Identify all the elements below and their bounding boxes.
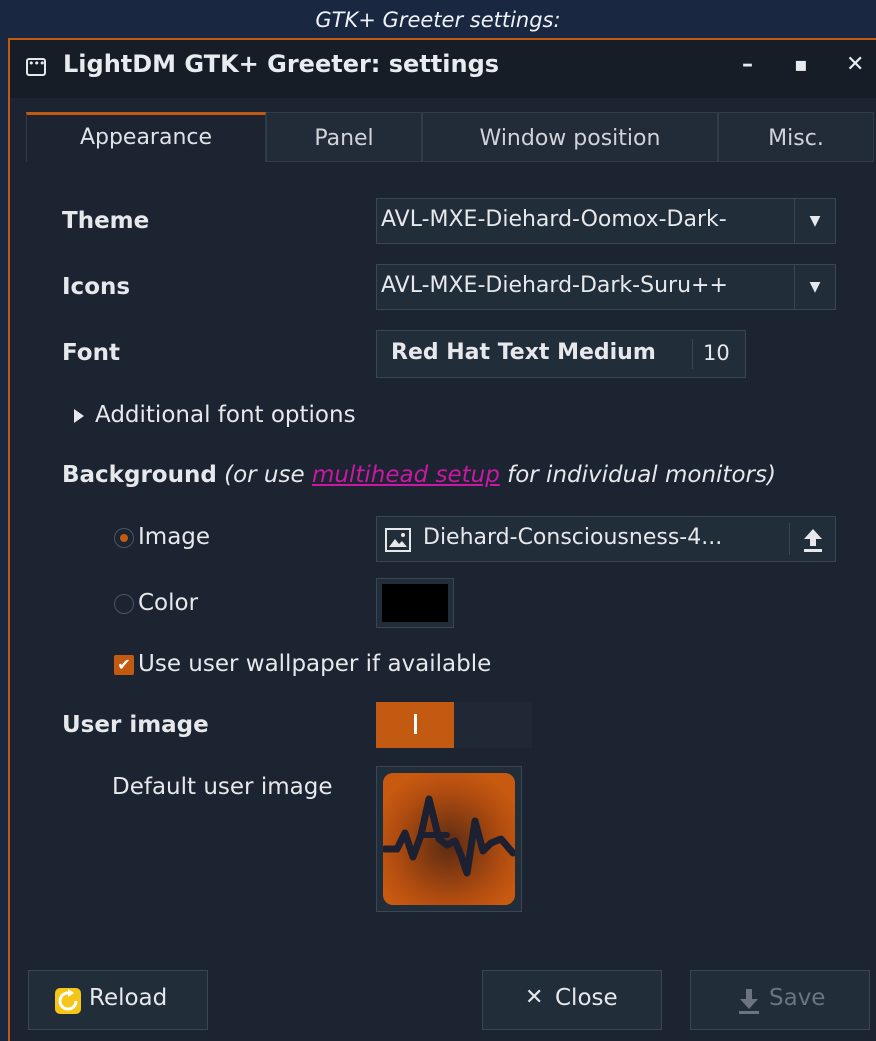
tab-appearance[interactable]: Appearance bbox=[26, 112, 266, 162]
close-button[interactable]: ✕ Close bbox=[482, 970, 662, 1030]
image-radio[interactable] bbox=[114, 528, 134, 548]
window-title: LightDM GTK+ Greeter: settings bbox=[63, 50, 500, 78]
minimize-button[interactable]: – bbox=[742, 52, 753, 77]
save-label: Save bbox=[769, 985, 826, 1011]
switch-knob bbox=[414, 714, 417, 734]
background-note-pre: (or use bbox=[224, 462, 312, 488]
chevron-down-icon[interactable]: ▼ bbox=[794, 265, 835, 309]
window-caption: GTK+ Greeter settings: bbox=[315, 8, 561, 32]
user-image-switch[interactable] bbox=[376, 702, 454, 748]
theme-label: Theme bbox=[62, 208, 150, 234]
expander-arrow-icon[interactable] bbox=[74, 409, 84, 423]
image-file-icon bbox=[385, 528, 411, 552]
background-heading: Background (or use multihead setup for i… bbox=[62, 462, 776, 488]
tab-window-position[interactable]: Window position bbox=[422, 112, 718, 162]
icons-value: AVL-MXE-Diehard-Dark-Suru++ bbox=[381, 273, 728, 298]
image-option-label[interactable]: Image bbox=[138, 524, 210, 550]
font-size: 10 bbox=[703, 341, 730, 365]
icons-label: Icons bbox=[62, 274, 131, 300]
window-menu-icon[interactable]: ••• bbox=[26, 58, 46, 76]
color-picker-button[interactable] bbox=[376, 578, 454, 628]
tab-panel[interactable]: Panel bbox=[266, 112, 422, 162]
background-file-name: Diehard-Consciousness-4... bbox=[423, 525, 723, 550]
background-note-post: for individual monitors) bbox=[499, 462, 776, 488]
close-label: Close bbox=[555, 985, 618, 1011]
default-user-image-label: Default user image bbox=[112, 774, 333, 800]
settings-window: ••• LightDM GTK+ Greeter: settings – ▪ ✕… bbox=[8, 38, 876, 1041]
close-window-button[interactable]: ✕ bbox=[846, 52, 864, 77]
font-label: Font bbox=[62, 340, 120, 366]
title-bar[interactable]: ••• LightDM GTK+ Greeter: settings – ▪ ✕ bbox=[10, 40, 876, 98]
reload-icon bbox=[55, 988, 81, 1014]
save-button[interactable]: Save bbox=[690, 970, 870, 1030]
multihead-setup-link[interactable]: multihead setup bbox=[312, 462, 500, 488]
user-image-switch-rail[interactable] bbox=[454, 702, 532, 748]
font-separator bbox=[692, 339, 693, 369]
close-icon: ✕ bbox=[525, 985, 544, 1010]
additional-font-options-expander[interactable]: Additional font options bbox=[95, 402, 356, 428]
avatar bbox=[381, 773, 517, 905]
color-swatch bbox=[382, 584, 448, 622]
tab-misc[interactable]: Misc. bbox=[718, 112, 874, 162]
use-wallpaper-checkbox[interactable]: ✔ bbox=[114, 655, 134, 675]
upload-icon[interactable] bbox=[801, 527, 825, 553]
file-separator bbox=[789, 523, 790, 555]
appearance-panel: Theme AVL-MXE-Diehard-Oomox-Dark- ▼ Icon… bbox=[10, 162, 876, 982]
background-label: Background bbox=[62, 462, 217, 488]
maximize-button[interactable]: ▪ bbox=[794, 52, 808, 76]
user-image-label: User image bbox=[62, 712, 209, 738]
use-wallpaper-label[interactable]: Use user wallpaper if available bbox=[138, 651, 491, 677]
color-option-label[interactable]: Color bbox=[138, 590, 198, 616]
default-user-image-button[interactable] bbox=[376, 766, 522, 912]
reload-button[interactable]: Reload bbox=[28, 970, 208, 1030]
color-radio[interactable] bbox=[114, 594, 134, 614]
diehard-logo-icon bbox=[381, 795, 517, 877]
tab-bar: Appearance Panel Window position Misc. bbox=[26, 112, 874, 162]
chevron-down-icon[interactable]: ▼ bbox=[794, 199, 835, 243]
download-icon bbox=[739, 989, 759, 1014]
theme-combo[interactable]: AVL-MXE-Diehard-Oomox-Dark- ▼ bbox=[376, 198, 836, 244]
icons-combo[interactable]: AVL-MXE-Diehard-Dark-Suru++ ▼ bbox=[376, 264, 836, 310]
font-button[interactable]: Red Hat Text Medium 10 bbox=[376, 330, 746, 378]
reload-label: Reload bbox=[89, 985, 168, 1011]
theme-value: AVL-MXE-Diehard-Oomox-Dark- bbox=[381, 207, 727, 232]
font-name: Red Hat Text Medium bbox=[391, 340, 656, 365]
background-file-chooser[interactable]: Diehard-Consciousness-4... bbox=[376, 516, 836, 562]
